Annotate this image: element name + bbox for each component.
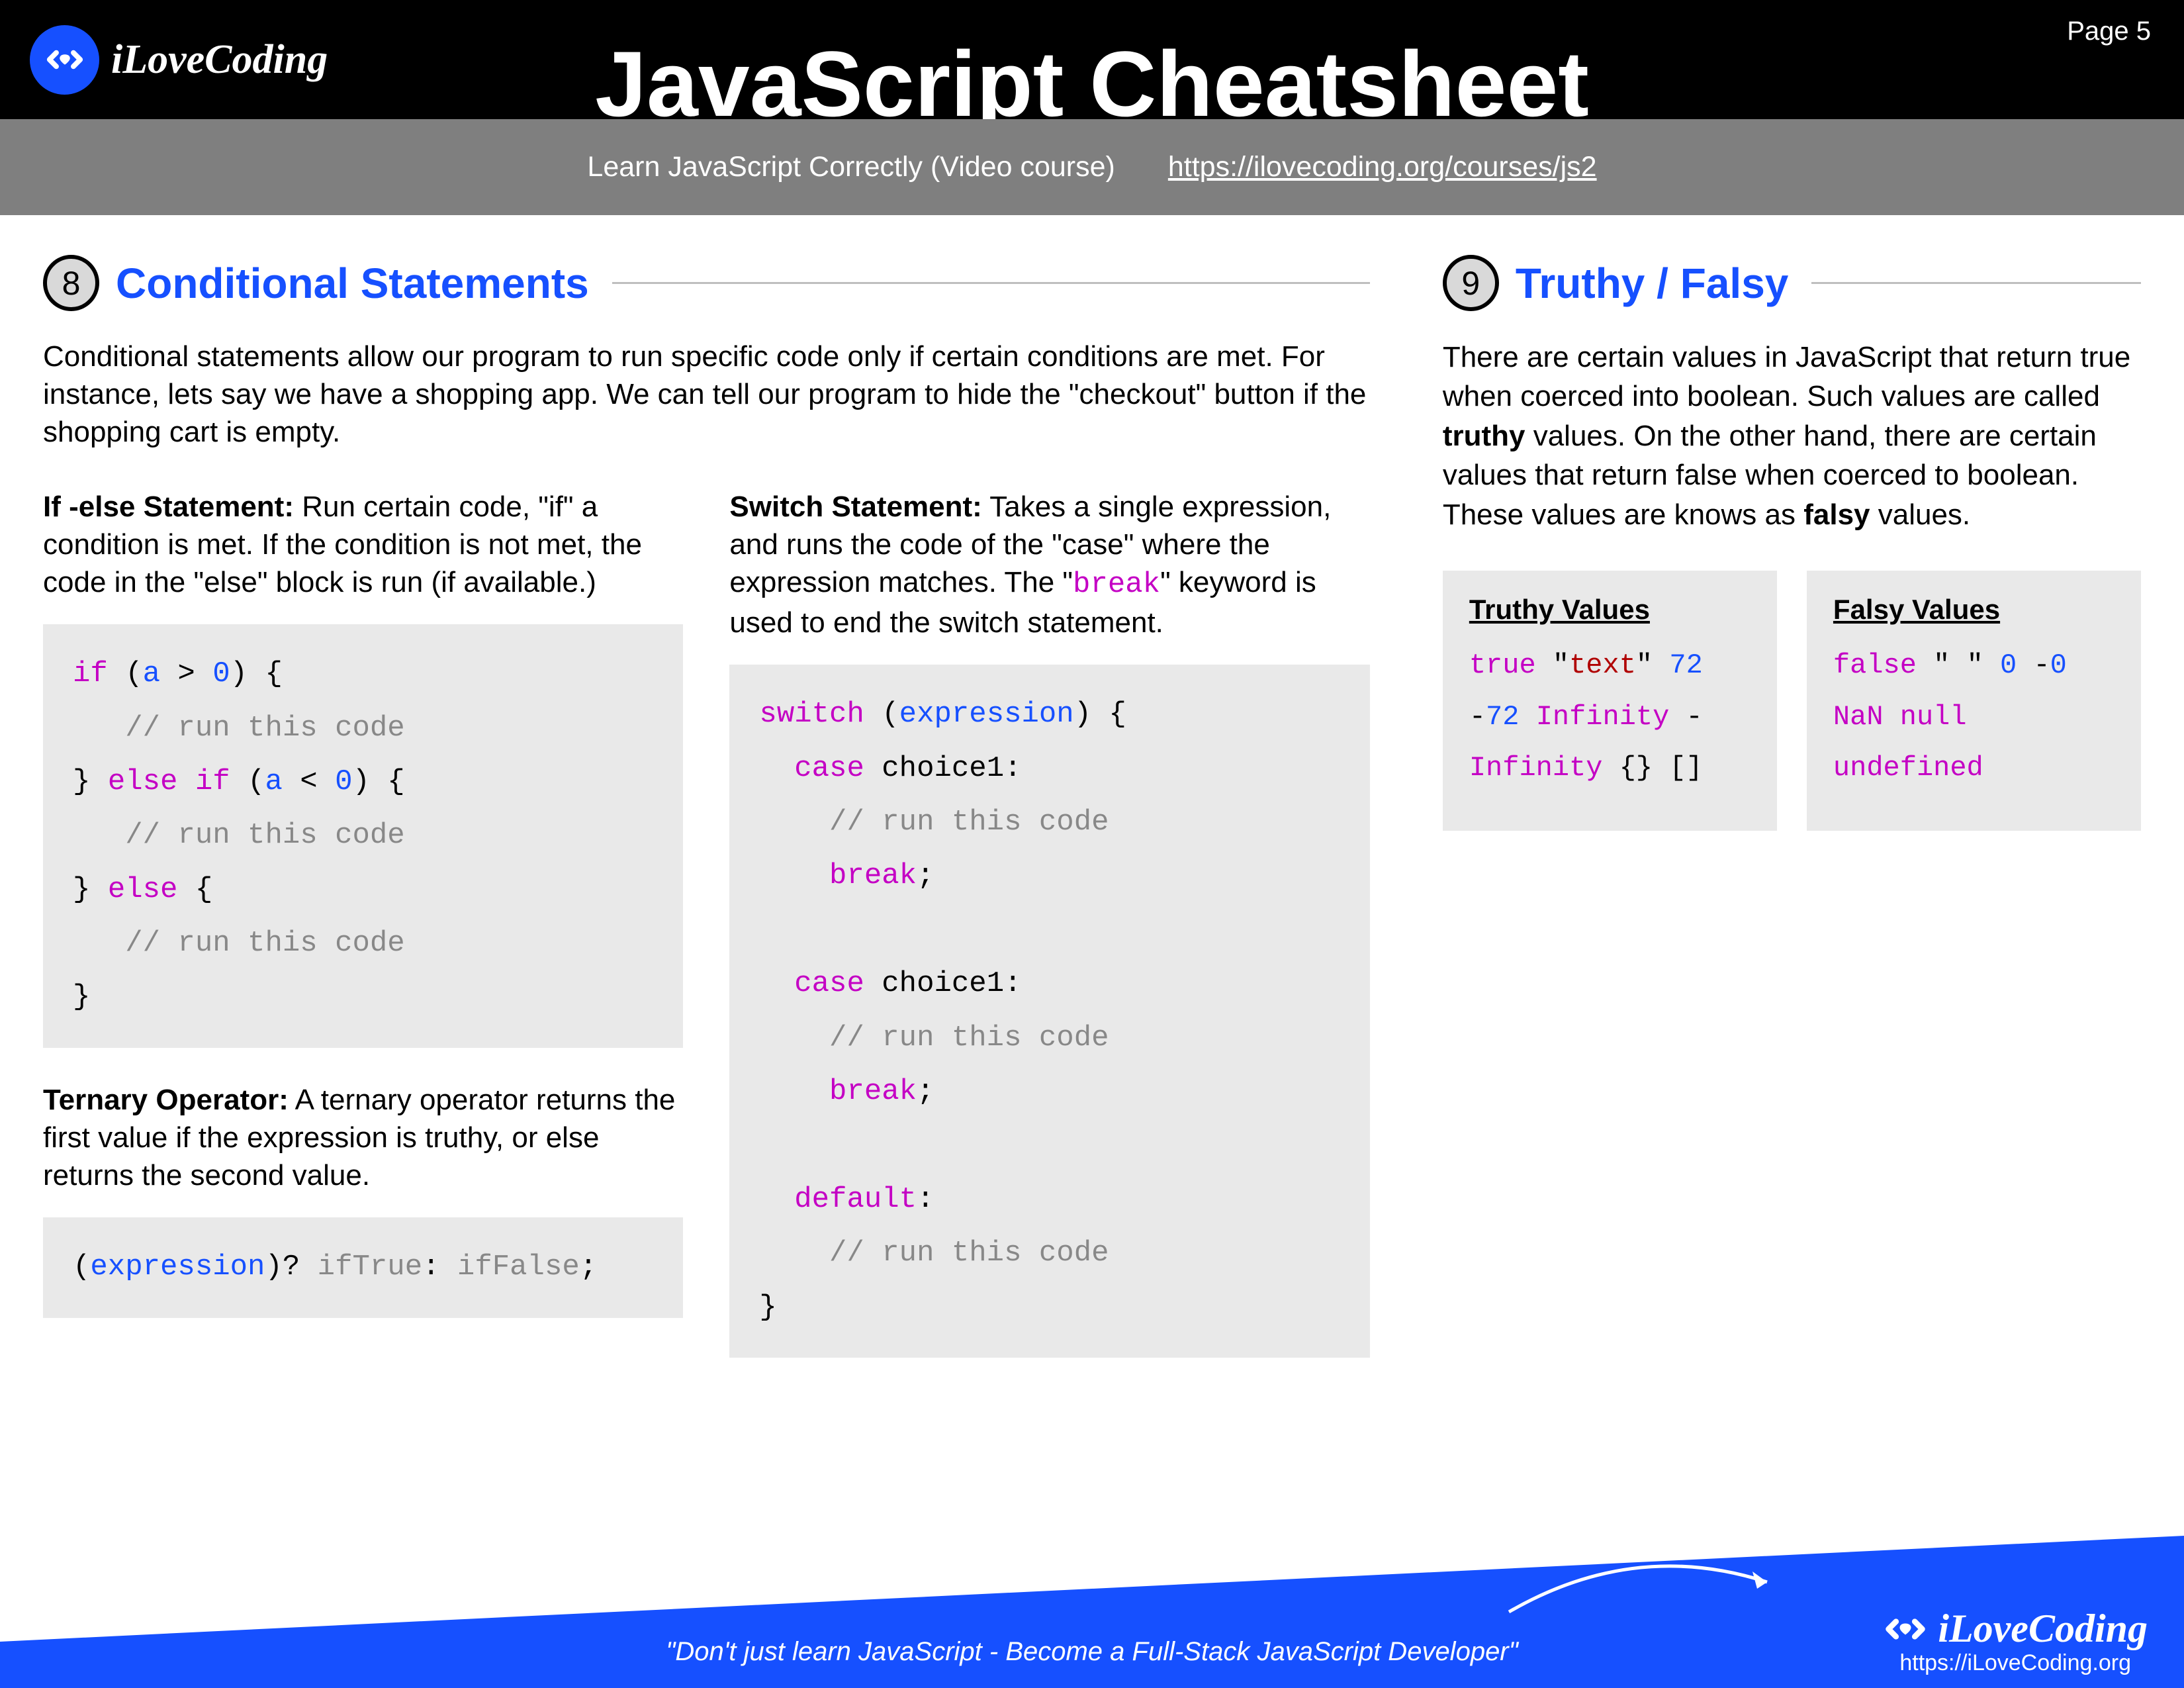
switch-label-code: break xyxy=(1073,568,1160,601)
switch-label: Switch Statement: Takes a single express… xyxy=(729,488,1369,642)
section-number-badge: 9 xyxy=(1443,255,1499,311)
section-number-badge: 8 xyxy=(43,255,99,311)
section-intro: There are certain values in JavaScript t… xyxy=(1443,338,2141,534)
ternary-code: (expression)? ifTrue: ifFalse; xyxy=(43,1217,683,1317)
ternary-label: Ternary Operator: A ternary operator ret… xyxy=(43,1081,683,1195)
truthy-list: true "text" 72 -72 Infinity -Infinity {}… xyxy=(1469,640,1751,794)
section-intro: Conditional statements allow our program… xyxy=(43,338,1370,451)
switch-label-bold: Switch Statement: xyxy=(729,491,981,523)
section-conditional-statements: 8 Conditional Statements Conditional sta… xyxy=(43,255,1370,1688)
falsy-title: Falsy Values xyxy=(1833,594,2115,626)
page-title: JavaScript Cheatsheet xyxy=(595,30,1589,119)
section-truthy-falsy: 9 Truthy / Falsy There are certain value… xyxy=(1443,255,2141,1688)
footer-brand-name: iLoveCoding xyxy=(1938,1606,2148,1652)
truthy-title: Truthy Values xyxy=(1469,594,1751,626)
truthy-box: Truthy Values true "text" 72 -72 Infinit… xyxy=(1443,571,1777,831)
section-title: Truthy / Falsy xyxy=(1516,259,1789,308)
subheader-bar: Learn JavaScript Correctly (Video course… xyxy=(0,119,2184,215)
footer-brand: iLoveCoding https://iLoveCoding.org xyxy=(1883,1606,2148,1676)
footer-quote: "Don't just learn JavaScript - Become a … xyxy=(666,1637,1518,1667)
switch-code: switch (expression) { case choice1: // r… xyxy=(729,665,1369,1358)
section-rule xyxy=(1811,282,2141,284)
falsy-list: false " " 0 -0 NaN null undefined xyxy=(1833,640,2115,794)
footer: "Don't just learn JavaScript - Become a … xyxy=(0,1536,2184,1688)
arrow-icon xyxy=(1502,1549,1787,1622)
section-rule xyxy=(612,282,1370,284)
footer-url: https://iLoveCoding.org xyxy=(1883,1650,2148,1676)
page-number: Page 5 xyxy=(2067,17,2151,46)
ifelse-label-bold: If -else Statement: xyxy=(43,491,294,523)
ifelse-code: if (a > 0) { // run this code } else if … xyxy=(43,624,683,1048)
subheader-text: Learn JavaScript Correctly (Video course… xyxy=(587,151,1115,183)
content-area: 8 Conditional Statements Conditional sta… xyxy=(0,215,2184,1688)
header-bar: iLoveCoding JavaScript Cheatsheet Page 5 xyxy=(0,0,2184,119)
course-link[interactable]: https://ilovecoding.org/courses/js2 xyxy=(1168,151,1597,183)
logo-icon xyxy=(30,25,99,95)
section-header: 9 Truthy / Falsy xyxy=(1443,255,2141,311)
falsy-box: Falsy Values false " " 0 -0 NaN null und… xyxy=(1807,571,2141,831)
section-title: Conditional Statements xyxy=(116,259,589,308)
section-header: 8 Conditional Statements xyxy=(43,255,1370,311)
ifelse-label: If -else Statement: Run certain code, "i… xyxy=(43,488,683,602)
brand-logo: iLoveCoding xyxy=(30,25,328,95)
brand-name: iLoveCoding xyxy=(111,36,328,83)
logo-icon xyxy=(1883,1607,1928,1652)
ternary-label-bold: Ternary Operator: xyxy=(43,1084,289,1116)
